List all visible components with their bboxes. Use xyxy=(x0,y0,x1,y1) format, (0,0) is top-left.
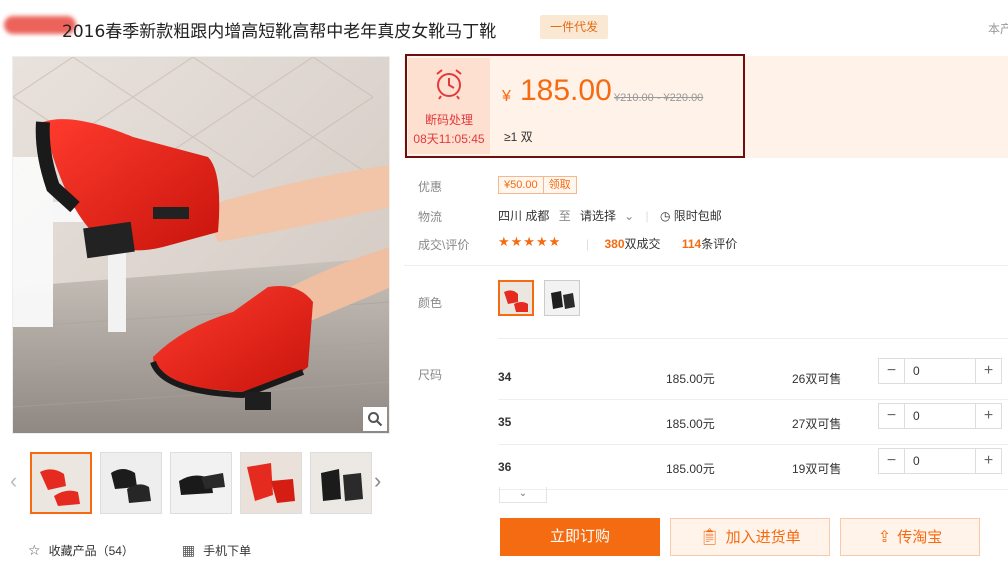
quantity-stepper: − + xyxy=(878,358,1002,384)
size-value: 36 xyxy=(498,460,512,474)
increment-button[interactable]: + xyxy=(975,449,1001,473)
review-count[interactable]: 114 xyxy=(682,237,701,251)
row-divider xyxy=(498,399,1008,400)
push-to-taobao-label: 传淘宝 xyxy=(897,529,943,546)
size-row: 35 185.00元 27双可售 − + xyxy=(404,401,1008,445)
increment-button[interactable]: + xyxy=(975,359,1001,383)
main-product-image[interactable] xyxy=(12,56,390,434)
size-price: 185.00元 xyxy=(666,372,715,386)
favorite-label: 收藏产品（54） xyxy=(48,544,134,558)
divider: | xyxy=(645,209,649,223)
push-to-taobao-button[interactable]: ⇪ 传淘宝 xyxy=(840,518,980,556)
logistics-label: 物流 xyxy=(418,210,443,224)
size-row: 36 185.00元 19双可售 − + xyxy=(404,446,1008,490)
color-swatch-black[interactable] xyxy=(544,280,580,316)
quantity-stepper: − + xyxy=(878,448,1002,474)
mobile-order-label: 手机下单 xyxy=(203,544,252,558)
thumbnail[interactable] xyxy=(240,452,302,514)
price-highlight-frame xyxy=(405,54,745,158)
gallery-actions: ☆ 收藏产品（54） ▦ 手机下单 xyxy=(28,542,251,559)
coupon-label: 优惠 xyxy=(418,180,443,194)
deal-count[interactable]: 380 xyxy=(604,237,624,251)
mobile-order-button[interactable]: ▦ 手机下单 xyxy=(182,542,251,559)
qr-code-icon: ▦ xyxy=(181,542,196,558)
thumbnail[interactable] xyxy=(310,452,372,514)
order-now-button[interactable]: 立即订购 xyxy=(500,518,660,556)
logistics-info: 四川 成都 至 请选择 ⌄ | ◷ 限时包邮 xyxy=(498,207,722,224)
title-row: 2016春季新款粗跟内增高短靴高帮中老年真皮女靴马丁靴 一件代发 本产 xyxy=(0,10,1008,44)
size-row: 34 185.00元 26双可售 − + xyxy=(404,356,1008,400)
add-to-purchase-list-button[interactable]: 📋︎ 加入进货单 xyxy=(670,518,830,556)
coupon-take-button[interactable]: 领取 xyxy=(542,177,576,193)
color-swatch-red[interactable] xyxy=(498,280,534,316)
quantity-input[interactable] xyxy=(905,359,975,383)
thumbnail[interactable] xyxy=(30,452,92,514)
coupon-badge[interactable]: ¥50.00 领取 xyxy=(498,176,577,194)
row-divider xyxy=(498,444,1008,445)
clipboard-icon: 📋︎ xyxy=(699,529,720,546)
quantity-stepper: − + xyxy=(878,403,1002,429)
add-to-list-label: 加入进货单 xyxy=(725,529,801,546)
star-outline-icon: ☆ xyxy=(28,542,41,558)
product-title: 2016春季新款粗跟内增高短靴高帮中老年真皮女靴马丁靴 xyxy=(62,22,497,42)
magnifier-icon[interactable] xyxy=(363,407,387,431)
chevron-left-icon[interactable]: ‹ xyxy=(10,468,17,494)
row-divider xyxy=(498,489,1008,490)
size-price: 185.00元 xyxy=(666,417,715,431)
section-divider xyxy=(404,265,1008,266)
rating-stars: ★★★★★ xyxy=(498,234,562,249)
size-price: 185.00元 xyxy=(666,462,715,476)
size-stock: 26双可售 xyxy=(792,372,842,386)
increment-button[interactable]: + xyxy=(975,404,1001,428)
deal-review-label: 成交\评价 xyxy=(418,238,470,252)
size-stock: 19双可售 xyxy=(792,462,842,476)
clock-icon: ◷ xyxy=(659,209,671,223)
upload-icon: ⇪ xyxy=(877,529,892,546)
deal-stats: | 380双成交 114条评价 xyxy=(586,235,737,252)
thumbnail[interactable] xyxy=(100,452,162,514)
thumbnail[interactable] xyxy=(170,452,232,514)
decrement-button[interactable]: − xyxy=(879,359,905,383)
coupon-amount: ¥50.00 xyxy=(504,179,538,191)
chevron-down-icon: ⌄ xyxy=(624,209,635,223)
ship-destination-text: 请选择 xyxy=(580,209,617,223)
quantity-input[interactable] xyxy=(905,449,975,473)
order-now-label: 立即订购 xyxy=(549,528,610,545)
ship-to-word: 至 xyxy=(558,209,571,223)
quantity-input[interactable] xyxy=(905,404,975,428)
chevron-down-icon: ⌄ xyxy=(518,488,528,499)
favorite-button[interactable]: ☆ 收藏产品（54） xyxy=(28,542,134,559)
free-shipping-label: 限时包邮 xyxy=(673,209,722,223)
color-label: 颜色 xyxy=(418,296,443,310)
section-divider xyxy=(498,338,1008,339)
size-value: 34 xyxy=(498,370,512,384)
thumbnail-strip: ‹ › xyxy=(0,452,400,514)
ship-from: 四川 成都 xyxy=(498,209,550,223)
size-value: 35 xyxy=(498,415,512,429)
dropship-badge[interactable]: 一件代发 xyxy=(540,15,609,39)
size-stock: 27双可售 xyxy=(792,417,842,431)
expand-sizes-button[interactable]: ⌄ xyxy=(499,487,547,503)
divider: | xyxy=(586,237,590,251)
decrement-button[interactable]: − xyxy=(879,449,905,473)
review-unit: 条评价 xyxy=(701,237,738,251)
chevron-right-icon[interactable]: › xyxy=(374,468,381,494)
ship-destination-select[interactable]: 请选择 ⌄ xyxy=(580,209,634,223)
product-more-link[interactable]: 本产 xyxy=(988,20,1008,37)
decrement-button[interactable]: − xyxy=(879,404,905,428)
deal-unit: 双成交 xyxy=(624,237,661,251)
